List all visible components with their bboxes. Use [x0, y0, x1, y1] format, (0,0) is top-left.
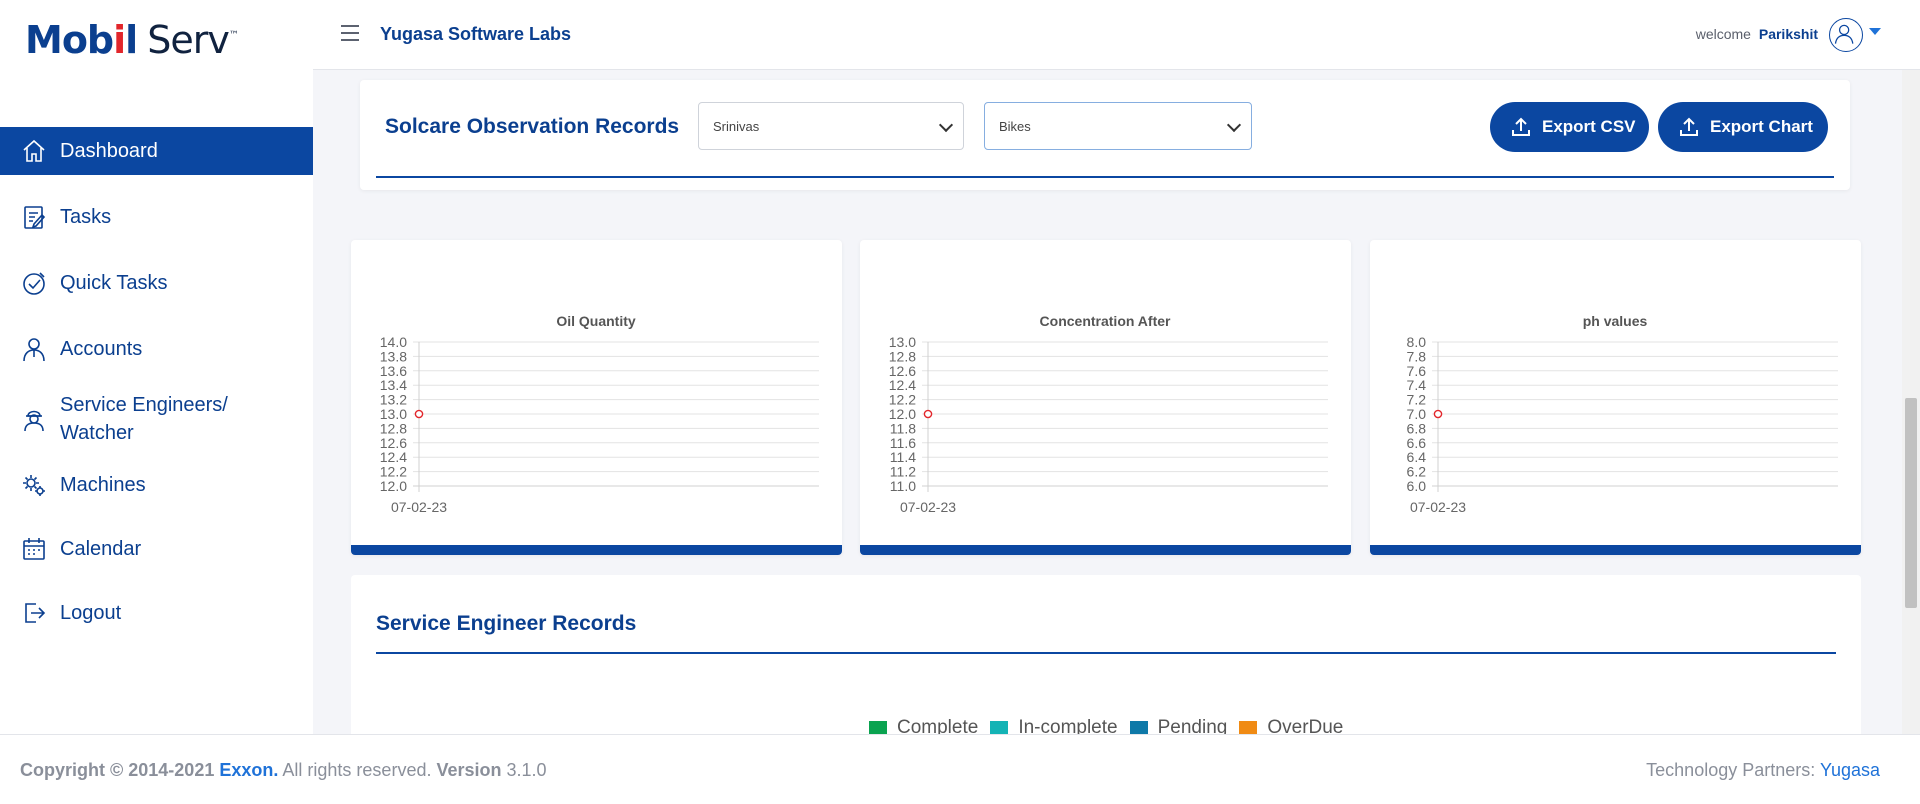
oil-quantity-chart: Oil Quantity14.013.813.613.413.213.012.8…: [380, 313, 819, 515]
chart-title: Concentration After: [1040, 313, 1171, 329]
machine-type-select-value: Bikes: [999, 118, 1031, 134]
ph-values-chart: ph values8.07.87.67.47.27.06.86.66.46.26…: [1407, 313, 1838, 515]
yugasa-link[interactable]: Yugasa: [1820, 760, 1880, 780]
export-csv-button[interactable]: Export CSV: [1490, 102, 1649, 152]
quick-tasks-icon: [20, 269, 48, 297]
sidebar-nav: Dashboard Tasks Quick Tasks Accounts Ser…: [0, 127, 313, 637]
legend-swatch: [869, 721, 887, 735]
tasks-icon: [20, 203, 48, 231]
service-engineer-records-panel: Service Engineer Records Complete In-com…: [351, 575, 1861, 745]
data-point: [923, 409, 933, 419]
scrollbar-thumb[interactable]: [1905, 398, 1917, 608]
card-accent-bar: [860, 545, 1351, 555]
y-tick-label: 12.0: [380, 478, 407, 494]
sidebar-item-label: Tasks: [60, 206, 112, 228]
x-tick-label: 07-02-23: [1410, 499, 1466, 515]
calendar-icon: [20, 535, 48, 563]
legend-swatch: [1239, 721, 1258, 735]
logout-icon: [20, 599, 48, 627]
export-chart-label: Export Chart: [1710, 117, 1813, 136]
upload-icon: [1680, 117, 1698, 136]
sidebar-item-logout[interactable]: Logout: [0, 589, 313, 637]
chart-title: ph values: [1583, 313, 1648, 329]
exxon-link[interactable]: Exxon.: [219, 760, 278, 780]
logo-mobil: Mobil: [25, 18, 138, 62]
oil-quantity-chart-card: Oil Quantity 14.0 13.8 13.6 13.4 13.2 13.0 12.8…: [351, 240, 842, 555]
x-tick-label: 07-02-23: [900, 499, 956, 515]
user-menu-caret-icon[interactable]: [1869, 28, 1881, 35]
y-tick-label: 6.0: [1407, 478, 1427, 494]
sidebar-item-label: Accounts: [60, 338, 143, 360]
legend-swatch: [990, 721, 1009, 735]
sidebar-item-accounts[interactable]: Accounts: [0, 325, 313, 373]
sidebar-item-label: Service Engineers/ Watcher: [60, 394, 228, 444]
logo-trademark: ™: [228, 30, 239, 41]
y-tick-label: 11.0: [890, 478, 916, 494]
chevron-down-icon: [1226, 117, 1242, 133]
company-name: Yugasa Software Labs: [380, 24, 572, 44]
top-header: Yugasa Software Labs welcome Parikshit: [313, 0, 1920, 70]
welcome-text: welcome Parikshit: [1696, 26, 1818, 42]
export-csv-label: Export CSV: [1542, 117, 1636, 136]
data-point: [1433, 409, 1443, 419]
home-icon: [20, 137, 48, 165]
card-accent-bar: [1370, 545, 1861, 555]
user-name: Parikshit: [1758, 26, 1818, 42]
sidebar-item-dashboard[interactable]: Dashboard: [0, 127, 313, 175]
section-divider: [376, 176, 1834, 178]
version-label: Version: [436, 760, 502, 780]
chevron-down-icon: [938, 117, 954, 133]
footer-partners: Technology Partners: Yugasa: [1646, 760, 1880, 781]
records-title: Solcare Observation Records: [385, 115, 680, 138]
legend-swatch: [1129, 721, 1148, 735]
engineer-select-value: Srinivas: [713, 118, 760, 134]
sidebar-item-label: Calendar: [60, 538, 142, 560]
export-chart-button[interactable]: Export Chart: [1658, 102, 1828, 152]
chart-title: Oil Quantity: [556, 313, 636, 329]
service-engineer-title: Service Engineer Records: [376, 612, 637, 635]
service-engineer-icon: [20, 405, 48, 433]
sidebar-item-machines[interactable]: Machines: [0, 461, 313, 509]
concentration-after-chart: Concentration After13.012.812.612.412.21…: [889, 313, 1328, 515]
copyright-text: Copyright © 2014-2021: [20, 760, 215, 780]
sidebar-item-label: Dashboard: [60, 140, 158, 162]
rights-text: All rights reserved.: [282, 760, 432, 780]
page-scrollbar[interactable]: [1902, 70, 1920, 734]
sidebar-item-tasks[interactable]: Tasks: [0, 193, 313, 241]
sidebar-item-label: Logout: [60, 602, 122, 624]
sidebar: Mobil Serv ™ Dashboard Tasks Quick Tasks: [0, 0, 313, 734]
x-tick-label: 07-02-23: [391, 499, 447, 515]
concentration-after-chart-card: Concentration After 13.0 12.8 12.6 12.4 12.2 1…: [860, 240, 1351, 555]
engineer-select[interactable]: Srinivas: [698, 102, 964, 150]
sidebar-item-quick-tasks[interactable]: Quick Tasks: [0, 259, 313, 307]
hamburger-menu-icon[interactable]: [341, 25, 359, 41]
page-footer: Copyright © 2014-2021 Exxon. All rights …: [0, 734, 1920, 804]
accounts-icon: [20, 335, 48, 363]
section-divider: [376, 652, 1836, 654]
machines-icon: [20, 471, 48, 499]
version-number: 3.1.0: [506, 760, 547, 780]
sidebar-item-calendar[interactable]: Calendar: [0, 525, 313, 573]
upload-icon: [1512, 117, 1530, 136]
user-avatar-icon[interactable]: [1829, 18, 1863, 52]
ph-values-chart-card: ph values 8.0 7.8 7.6 7.4 7.2 7.0 6.8 6.6 6.4 6.2 6…: [1370, 240, 1861, 555]
machine-type-select[interactable]: Bikes: [984, 102, 1252, 150]
data-point: [414, 409, 424, 419]
partners-text: Technology Partners:: [1646, 760, 1816, 780]
mobil-serv-logo[interactable]: Mobil Serv ™: [25, 18, 239, 62]
solcare-records-panel: Solcare Observation Records Srinivas Bik…: [360, 80, 1850, 190]
card-accent-bar: [351, 545, 842, 555]
footer-copyright: Copyright © 2014-2021 Exxon. All rights …: [20, 760, 547, 781]
logo-serv: Serv: [147, 18, 230, 62]
welcome-label: welcome: [1695, 26, 1751, 42]
sidebar-item-label: Machines: [60, 474, 146, 496]
sidebar-item-service-engineers[interactable]: Service Engineers/ Watcher: [0, 381, 313, 457]
sidebar-item-label: Quick Tasks: [60, 272, 168, 294]
